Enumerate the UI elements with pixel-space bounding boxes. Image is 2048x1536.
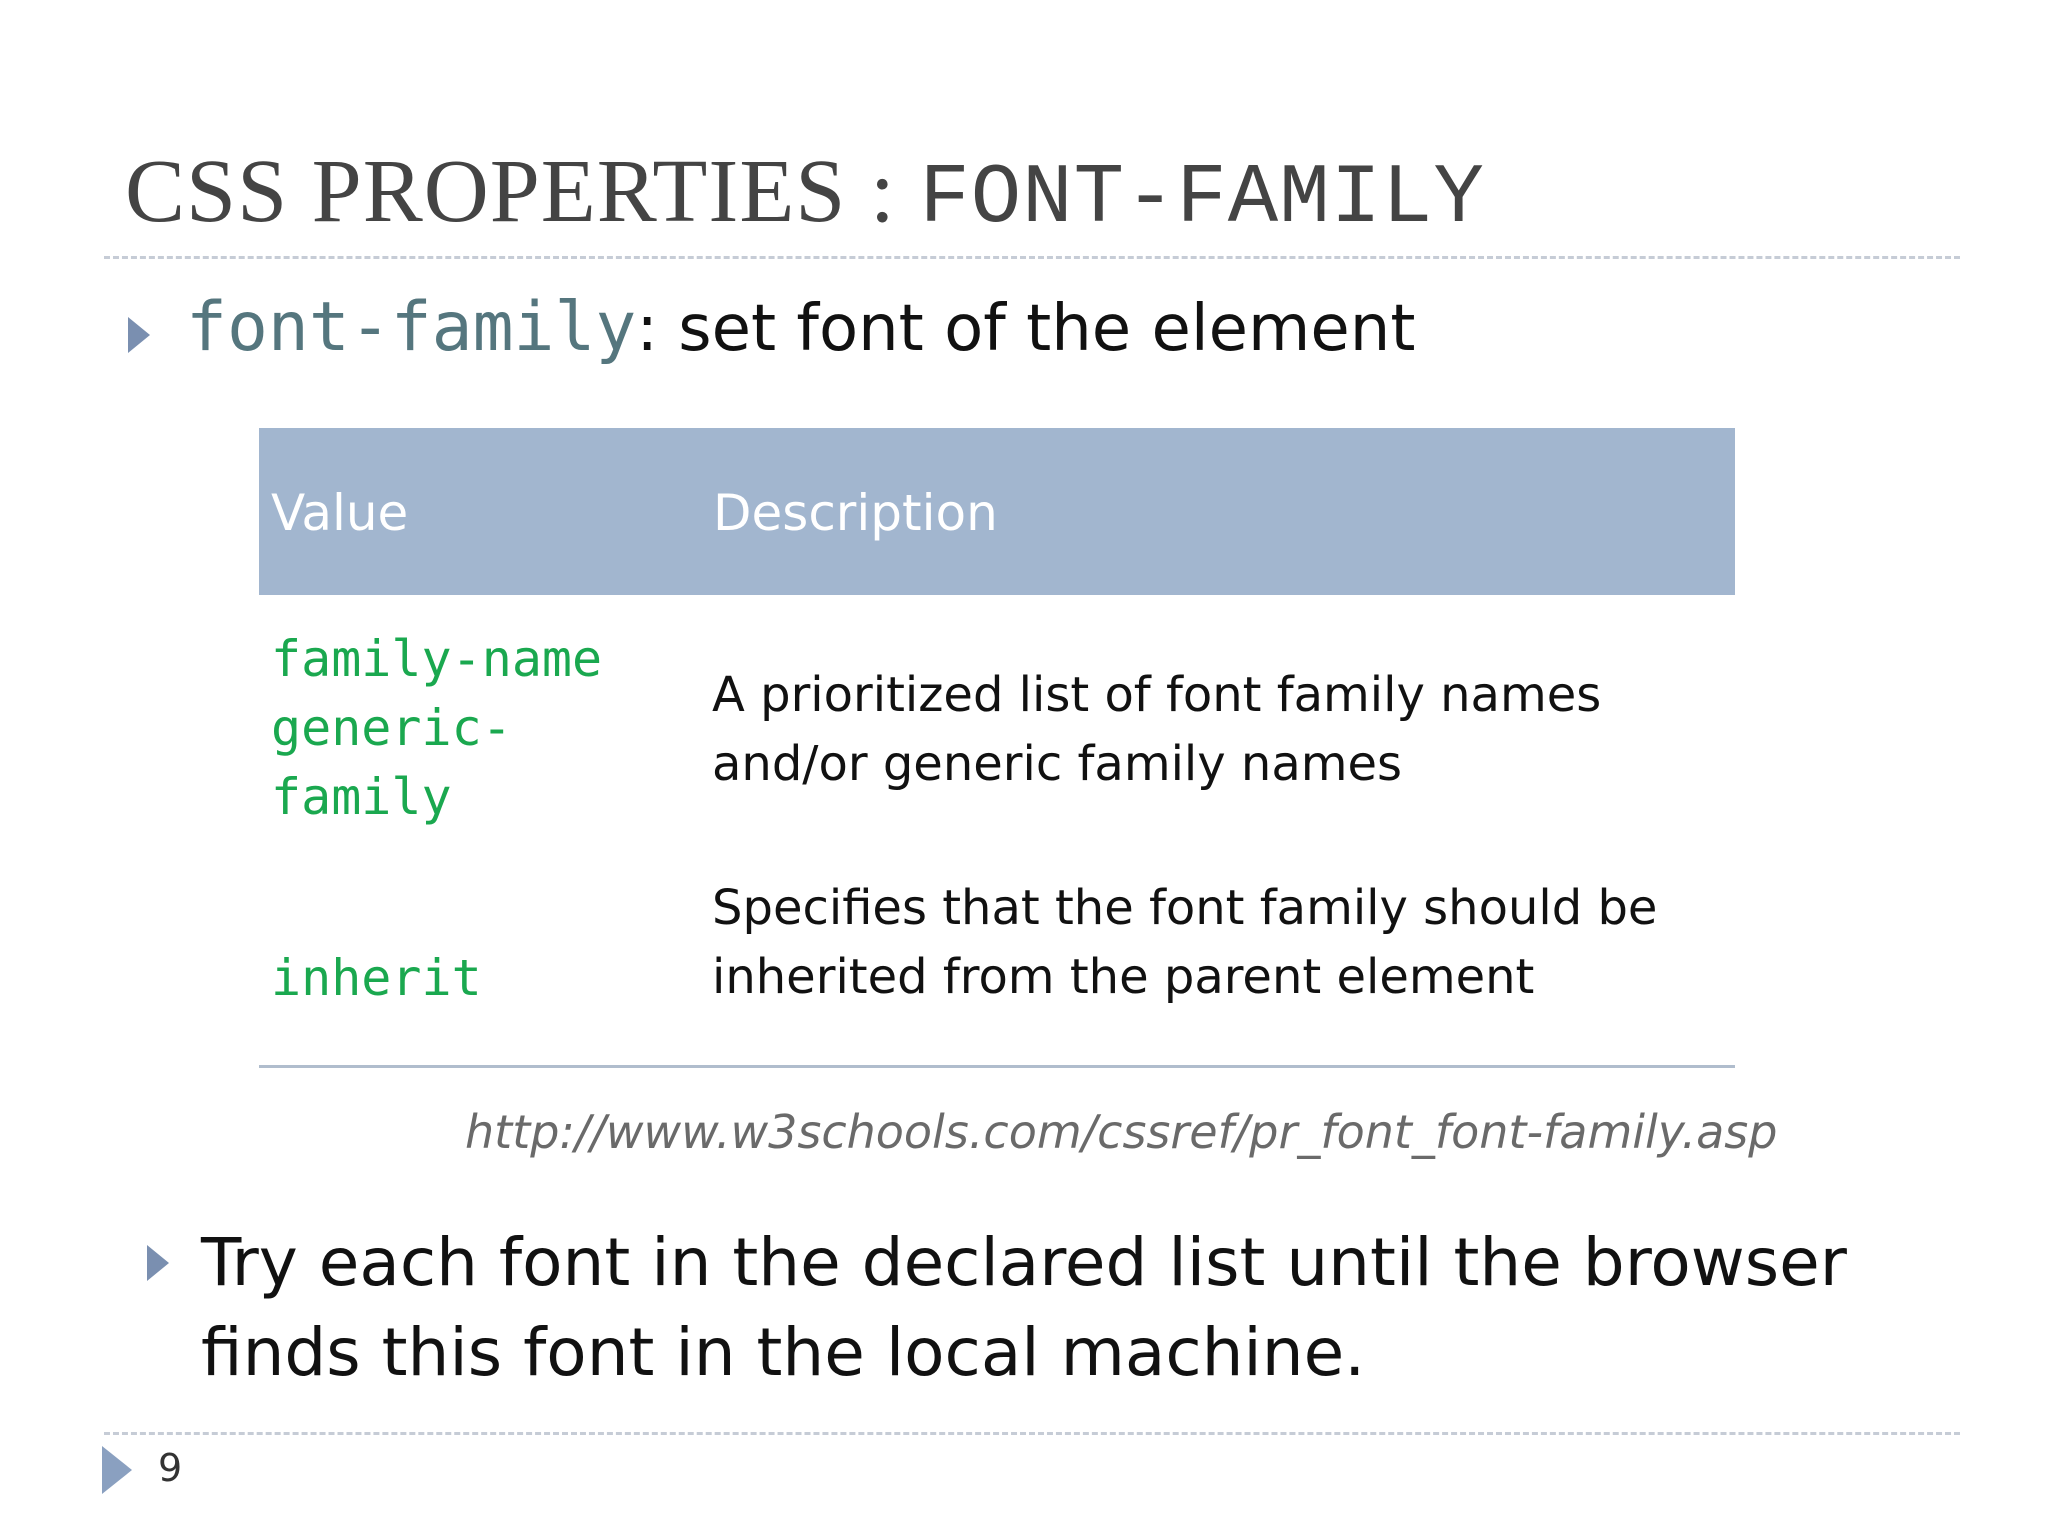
description-line: A prioritized list of font family names (712, 667, 1602, 723)
table-header: Value Description (259, 428, 1735, 595)
value-cell: inherit (271, 944, 482, 1013)
header-description: Description (713, 484, 998, 542)
bottom-divider (104, 1432, 1960, 1435)
description-cell: Specifies that the font family should be… (712, 874, 1657, 1012)
source-link[interactable]: http://www.w3schools.com/cssref/pr_font_… (465, 1105, 1777, 1159)
title-code: FONT-FAMILY (919, 152, 1485, 247)
page-number: 9 (158, 1446, 183, 1490)
value-line: inherit (271, 949, 482, 1007)
bullet-point-2: Try each font in the declared list until… (201, 1224, 1847, 1391)
slide: CSS PROPERTIES : FONT-FAMILY font-family… (0, 0, 2048, 1536)
title-text: CSS PROPERTIES : (125, 142, 920, 241)
bullet-arrow-icon (147, 1245, 169, 1281)
footer-arrow-icon (102, 1446, 132, 1494)
bullet-point-1: font-family: set font of the element (186, 288, 1415, 367)
bullet-arrow-icon (128, 317, 150, 353)
slide-title: CSS PROPERTIES : FONT-FAMILY (125, 140, 1485, 247)
header-value: Value (271, 484, 409, 542)
value-line: family (271, 768, 452, 826)
table-row: inherit Specifies that the font family s… (259, 856, 1735, 1068)
description-line: inherited from the parent element (712, 949, 1535, 1005)
value-cell: family-name generic- family (271, 625, 671, 832)
property-description: : set font of the element (636, 292, 1416, 366)
property-code: font-family (186, 288, 637, 367)
value-line: generic- (271, 699, 512, 757)
table-row: family-name generic- family A prioritize… (259, 595, 1735, 856)
description-line: and/or generic family names (712, 736, 1403, 792)
top-divider (104, 256, 1960, 259)
description-line: Specifies that the font family should be (712, 880, 1658, 936)
description-cell: A prioritized list of font family names … (712, 661, 1601, 799)
values-table: Value Description family-name generic- f… (259, 428, 1735, 1068)
value-line: family-name (271, 630, 603, 688)
